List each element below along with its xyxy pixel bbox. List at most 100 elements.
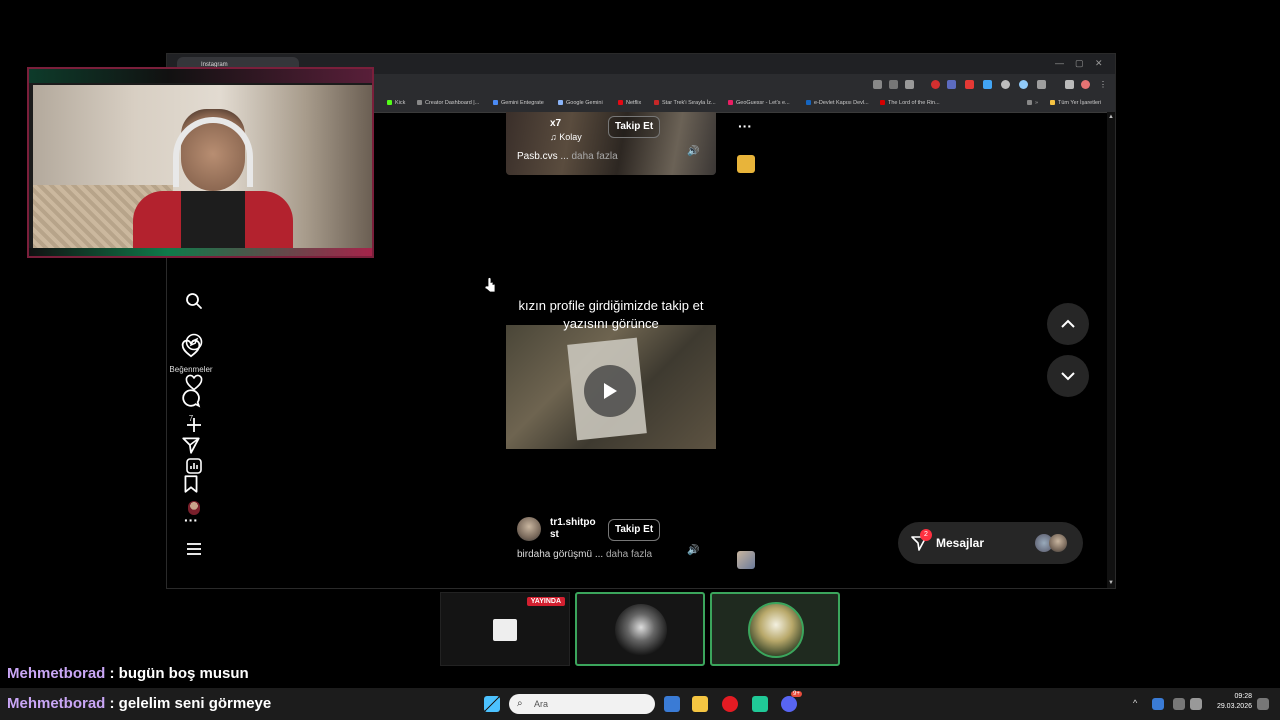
author-avatar[interactable] xyxy=(517,517,541,541)
messages-button[interactable]: 2 Mesajlar xyxy=(898,522,1083,564)
reel-user[interactable]: Pasb.cvs xyxy=(517,151,558,162)
chat-message: Mehmetborad : bugün boş musun xyxy=(7,665,249,682)
share-button[interactable] xyxy=(167,435,215,460)
streamer xyxy=(133,109,293,251)
chat-username: Mehmetborad xyxy=(7,695,106,712)
extension-icon[interactable] xyxy=(1019,80,1028,89)
tile-participant[interactable] xyxy=(710,592,840,666)
discord-badge: 9+ xyxy=(791,691,802,697)
like-button[interactable]: Beğenmeler xyxy=(167,339,215,374)
widgets-icon[interactable] xyxy=(664,696,680,712)
extension-icon[interactable] xyxy=(983,80,992,89)
chat-text: : bugün boş musun xyxy=(109,665,249,682)
star-icon[interactable] xyxy=(905,80,914,89)
system-clock[interactable]: 09:28 29.03.2026 xyxy=(1206,692,1252,712)
live-badge: YAYINDA xyxy=(526,597,565,606)
windows-start-icon[interactable] xyxy=(484,696,500,712)
heart-icon xyxy=(181,339,201,358)
scroll-down-icon[interactable]: ▼ xyxy=(1108,580,1114,586)
maximize-icon[interactable]: ▢ xyxy=(1075,58,1084,69)
close-window-icon[interactable]: ✕ xyxy=(1095,58,1103,69)
previous-reel-button[interactable] xyxy=(1047,303,1089,345)
zoom-icon[interactable] xyxy=(889,80,898,89)
contact-avatar xyxy=(1049,534,1067,552)
extension-icon[interactable] xyxy=(965,80,974,89)
search-placeholder: Ara xyxy=(534,699,549,709)
audio-count: x7 xyxy=(550,118,562,129)
comment-count: 7 xyxy=(188,414,194,423)
comment-icon xyxy=(182,389,201,408)
bookmark-item[interactable]: Netflix xyxy=(618,100,641,106)
menu-icon[interactable]: ⋮ xyxy=(1099,80,1108,89)
audio-thumbnail[interactable] xyxy=(737,551,755,569)
chat-username: Mehmetborad xyxy=(7,665,106,682)
taskbar-search-box[interactable]: ⌕ Ara xyxy=(509,694,655,714)
webcam-frame-bottom xyxy=(29,248,372,256)
desc-ellipsis: ... xyxy=(560,151,569,162)
extensions-puzzle-icon[interactable] xyxy=(1037,80,1046,89)
minimize-icon[interactable]: — xyxy=(1055,58,1064,68)
bookmark-item[interactable]: Google Gemini xyxy=(558,100,603,106)
desc-text: birdaha görüşmü ... xyxy=(517,549,604,560)
bookmark-item[interactable]: Star Trek'i Sırayla İz... xyxy=(654,100,716,106)
webcam-overlay xyxy=(27,67,374,258)
comment-button[interactable]: 7 xyxy=(167,388,215,423)
tile-screen-share[interactable]: YAYINDA xyxy=(440,592,570,666)
discord-icon[interactable] xyxy=(781,696,797,712)
mouse-cursor-hand-icon xyxy=(484,277,496,293)
extension-icon[interactable] xyxy=(947,80,956,89)
extension-icon[interactable] xyxy=(1001,80,1010,89)
bookmarks-overflow-icon[interactable]: » xyxy=(1027,100,1038,106)
reel-description: birdaha görüşmü ... daha fazla xyxy=(517,549,652,560)
more-link[interactable]: daha fazla xyxy=(571,151,617,162)
bookmark-item[interactable]: Creator Dashboard |... xyxy=(417,100,479,106)
tile-participant[interactable] xyxy=(575,592,705,666)
audio-thumbnail[interactable] xyxy=(737,155,755,173)
send-icon xyxy=(182,437,200,454)
more-options-icon[interactable]: ··· xyxy=(167,512,215,528)
bookmark-icon xyxy=(184,475,198,493)
jacket xyxy=(133,191,293,251)
tray-chevron-up-icon[interactable]: ^ xyxy=(1133,698,1137,708)
play-button[interactable] xyxy=(584,365,636,417)
notifications-icon[interactable] xyxy=(1257,698,1269,710)
bookmark-item[interactable]: Kick xyxy=(387,100,405,106)
screen-share-icon xyxy=(493,619,517,641)
more-link[interactable]: daha fazla xyxy=(606,549,652,560)
chevron-down-icon xyxy=(1061,372,1075,381)
follow-button[interactable]: Takip Et xyxy=(608,116,661,138)
sound-icon[interactable]: 🔊 xyxy=(687,545,699,556)
chat-message: Mehmetborad : gelelim seni görmeye xyxy=(7,695,271,712)
microphone-icon[interactable] xyxy=(1152,698,1164,710)
chat-text: : gelelim seni görmeye xyxy=(109,695,272,712)
reel-card-previous[interactable]: x7 ♫ Kolay Takip Et Pasb.cvs ... daha fa… xyxy=(506,112,716,175)
more-menu-icon[interactable] xyxy=(183,538,205,560)
more-options-icon[interactable]: ··· xyxy=(721,118,769,134)
audio-name: Kolay xyxy=(559,132,582,142)
search-icon[interactable] xyxy=(183,290,205,312)
all-bookmarks-folder[interactable]: Tüm Yer İşaretleri xyxy=(1050,100,1101,106)
scroll-up-icon[interactable]: ▲ xyxy=(1108,114,1114,120)
save-button[interactable] xyxy=(167,474,215,499)
network-icon[interactable] xyxy=(1173,698,1185,710)
reel-card[interactable]: kızın profile girdiğimizde takip et yazı… xyxy=(506,201,716,573)
extension-icon[interactable] xyxy=(931,80,940,89)
sidebar-icon[interactable] xyxy=(1065,80,1074,89)
audio-label: ♫ Kolay xyxy=(550,132,582,142)
opera-browser-icon[interactable] xyxy=(722,696,738,712)
bookmark-item[interactable]: GeoGuessr - Let's e... xyxy=(728,100,790,106)
next-reel-button[interactable] xyxy=(1047,355,1089,397)
clock-date: 29.03.2026 xyxy=(1216,703,1252,710)
sound-icon[interactable]: 🔊 xyxy=(687,146,699,157)
follow-button[interactable]: Takip Et xyxy=(608,519,661,541)
bookmark-item[interactable]: The Lord of the Rin... xyxy=(880,100,940,106)
install-icon[interactable] xyxy=(873,80,882,89)
app-icon[interactable] xyxy=(752,696,768,712)
author-username[interactable]: tr1.shitpo st xyxy=(550,517,602,541)
profile-avatar[interactable] xyxy=(1081,80,1090,89)
file-explorer-icon[interactable] xyxy=(692,696,708,712)
page-scrollbar[interactable]: ▲ ▼ xyxy=(1107,112,1115,588)
volume-icon[interactable] xyxy=(1190,698,1202,710)
bookmark-item[interactable]: Gemini Entegrate xyxy=(493,100,544,106)
bookmark-item[interactable]: e-Devlet Kapısı Devl... xyxy=(806,100,869,106)
